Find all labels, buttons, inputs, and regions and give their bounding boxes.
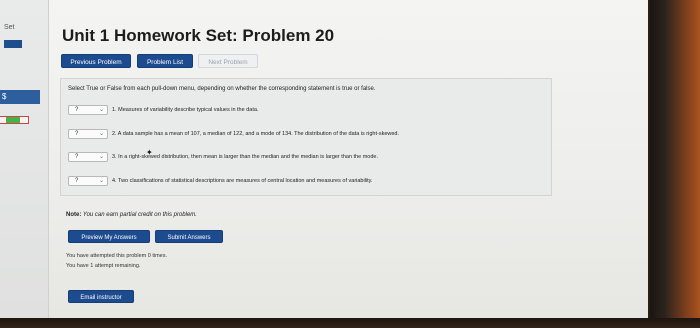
submit-answers-button[interactable]: Submit Answers	[155, 230, 223, 243]
problem-list-button[interactable]: Problem List	[137, 54, 193, 68]
next-problem-button[interactable]: Next Problem	[198, 54, 258, 68]
sidebar: Set $	[0, 0, 49, 320]
monitor-bezel-right	[650, 0, 700, 328]
previous-problem-button[interactable]: Previous Problem	[61, 54, 131, 68]
note-label: Note:	[66, 212, 82, 218]
mouse-cursor-icon: ✦	[146, 148, 153, 157]
select-value: ?	[75, 178, 79, 184]
true-false-select-3[interactable]: ? ⌄	[68, 152, 108, 162]
sidebar-active-item[interactable]	[4, 40, 22, 48]
monitor-bezel-bottom	[0, 318, 700, 328]
question-text-4: 4. Two classifications of statistical de…	[112, 178, 373, 184]
chevron-down-icon: ⌄	[98, 131, 104, 137]
true-false-select-1[interactable]: ? ⌄	[68, 105, 108, 115]
chevron-down-icon: ⌄	[98, 154, 104, 160]
progress-bar-fill	[6, 117, 20, 123]
preview-answers-button[interactable]: Preview My Answers	[68, 230, 150, 243]
true-false-select-2[interactable]: ? ⌄	[68, 129, 108, 139]
problem-instructions: Select True or False from each pull-down…	[68, 86, 376, 92]
chevron-down-icon: ⌄	[98, 178, 104, 184]
question-text-2: 2. A data sample has a mean of 107, a me…	[112, 131, 399, 137]
note-text: You can earn partial credit on this prob…	[82, 212, 197, 218]
screen: Set $ Unit 1 Homework Set: Problem 20 Pr…	[0, 0, 648, 320]
question-text-1: 1. Measures of variability describe typi…	[112, 107, 259, 113]
email-instructor-button[interactable]: Email instructor	[68, 290, 134, 303]
true-false-select-4[interactable]: ? ⌄	[68, 176, 108, 186]
sidebar-item-dollar[interactable]: $	[0, 90, 40, 104]
select-value: ?	[75, 131, 79, 137]
select-value: ?	[75, 107, 79, 113]
progress-bar	[0, 116, 29, 124]
partial-credit-note: Note: You can earn partial credit on thi…	[66, 212, 197, 218]
sidebar-set-label: Set	[4, 24, 15, 31]
select-value: ?	[75, 154, 79, 160]
chevron-down-icon: ⌄	[98, 107, 104, 113]
attempts-remaining: You have 1 attempt remaining.	[66, 263, 141, 269]
attempts-status: You have attempted this problem 0 times.	[66, 253, 167, 259]
page-title: Unit 1 Homework Set: Problem 20	[62, 26, 335, 45]
